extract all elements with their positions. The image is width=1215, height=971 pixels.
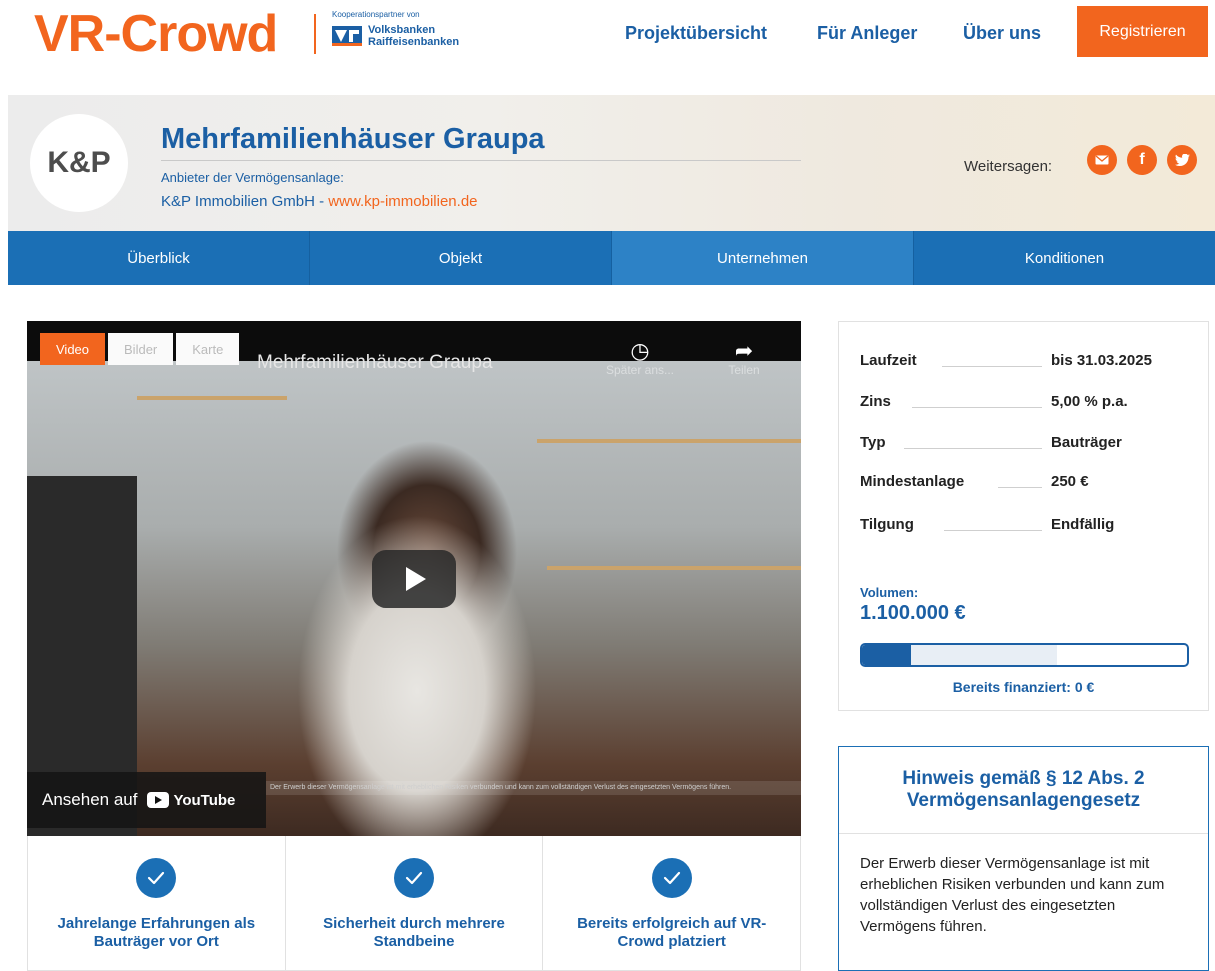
watch-later-label: Später ans...: [605, 363, 675, 377]
leader-line: [904, 448, 1042, 449]
clock-icon: ◷: [630, 338, 650, 363]
tab-ueberblick[interactable]: Überblick: [8, 231, 310, 285]
condition-row-laufzeit: Laufzeit bis 31.03.2025: [860, 352, 1190, 372]
company-logo: K&P: [30, 114, 128, 212]
tab-unternehmen[interactable]: Unternehmen: [612, 231, 914, 285]
video-scene-shelf: [547, 566, 801, 570]
media-tabs: Video Bilder Karte: [40, 333, 240, 365]
condition-key: Laufzeit: [860, 352, 917, 369]
play-icon: [406, 567, 426, 591]
partner-logo: Kooperationspartner von Volksbanken Raif…: [332, 10, 459, 48]
facebook-icon[interactable]: f: [1127, 145, 1157, 175]
conditions-box: Laufzeit bis 31.03.2025 Zins 5,00 % p.a.…: [838, 321, 1209, 711]
logo-divider: [314, 14, 316, 54]
partner-caption: Kooperationspartner von: [332, 10, 420, 19]
partner-name-line2: Raiffeisenbanken: [368, 36, 460, 48]
media-tab-bilder[interactable]: Bilder: [108, 333, 174, 365]
condition-row-tilgung: Tilgung Endfällig: [860, 516, 1190, 536]
notice-body: Der Erwerb dieser Vermögensanlage ist mi…: [860, 855, 1165, 935]
video-scene-shelf: [137, 396, 287, 400]
provider-website-link[interactable]: www.kp-immobilien.de: [328, 193, 477, 210]
video-title[interactable]: Mehrfamilienhäuser Graupa: [257, 352, 493, 374]
nav-projektuebersicht[interactable]: Projektübersicht: [625, 22, 767, 44]
tab-objekt[interactable]: Objekt: [310, 231, 612, 285]
youtube-logo: YouTube: [147, 792, 235, 809]
project-tabs: Überblick Objekt Unternehmen Konditionen: [8, 231, 1215, 285]
feature-text: Bereits erfolgreich auf VR-Crowd platzie…: [577, 915, 767, 950]
video-ticker: Der Erwerb dieser Vermögensanlage ist mi…: [266, 781, 801, 795]
feature-item: Bereits erfolgreich auf VR-Crowd platzie…: [543, 836, 800, 970]
feature-item: Jahrelange Erfahrungen als Bauträger vor…: [28, 836, 286, 970]
condition-row-zins: Zins 5,00 % p.a.: [860, 393, 1190, 413]
condition-row-typ: Typ Bauträger: [860, 434, 1190, 454]
partner-name: Volksbanken Raiffeisenbanken: [368, 24, 459, 48]
feature-text: Sicherheit durch mehrere Standbeine: [323, 915, 505, 950]
leader-line: [912, 407, 1042, 408]
condition-value: bis 31.03.2025: [1051, 352, 1152, 369]
legal-notice: Hinweis gemäß § 12 Abs. 2 Vermögensanlag…: [838, 746, 1209, 971]
vr-crowd-logo[interactable]: VR-Crowd: [34, 2, 278, 66]
twitter-icon[interactable]: [1167, 145, 1197, 175]
condition-value: 5,00 % p.a.: [1051, 393, 1128, 410]
nav-fuer-anleger[interactable]: Für Anleger: [817, 22, 917, 44]
media-tab-karte[interactable]: Karte: [176, 333, 240, 365]
tab-konditionen[interactable]: Konditionen: [914, 231, 1215, 285]
watch-on-youtube[interactable]: Ansehen auf YouTube: [27, 772, 266, 828]
youtube-wordmark: YouTube: [173, 791, 236, 809]
condition-key: Mindestanlage: [860, 473, 965, 490]
video-scene-shelf: [537, 439, 801, 443]
notice-title: Hinweis gemäß § 12 Abs. 2 Vermögensanlag…: [902, 768, 1145, 811]
check-icon: [394, 858, 434, 898]
nav-ueber-uns[interactable]: Über uns: [963, 22, 1041, 44]
condition-key: Tilgung: [860, 516, 914, 533]
condition-value: Endfällig: [1051, 516, 1115, 533]
title-divider: [161, 160, 801, 161]
youtube-icon: [147, 792, 170, 808]
media-tab-video[interactable]: Video: [40, 333, 106, 365]
leader-line: [998, 487, 1042, 488]
volume-value: 1.100.000 €: [860, 602, 966, 624]
volume-label: Volumen:: [860, 585, 919, 600]
check-icon: [651, 858, 692, 898]
project-title: Mehrfamilienhäuser Graupa: [161, 123, 545, 155]
condition-key: Typ: [860, 434, 886, 451]
funding-progress-bar: [860, 643, 1189, 667]
condition-value: 250 €: [1051, 473, 1089, 490]
provider-name: K&P Immobilien GmbH -: [161, 193, 329, 210]
feature-text: Jahrelange Erfahrungen als Bauträger vor…: [57, 915, 256, 950]
feature-item: Sicherheit durch mehrere Standbeine: [286, 836, 544, 970]
watch-on-label: Ansehen auf: [42, 790, 138, 809]
feature-list: Jahrelange Erfahrungen als Bauträger vor…: [27, 836, 801, 971]
condition-value: Bauträger: [1051, 434, 1122, 451]
leader-line: [944, 530, 1042, 531]
partner-name-line1: Volksbanken: [368, 24, 436, 36]
condition-row-mindestanlage: Mindestanlage 250 €: [860, 473, 1190, 493]
notice-divider: [839, 833, 1208, 834]
progress-fill: [862, 645, 911, 665]
provider-info: K&P Immobilien GmbH - www.kp-immobilien.…: [161, 193, 478, 211]
check-icon: [136, 858, 177, 898]
leader-line: [942, 366, 1042, 367]
play-button[interactable]: [372, 550, 456, 608]
financed-amount: Bereits finanziert: 0 €: [952, 679, 1095, 695]
volksbank-icon: [332, 26, 362, 46]
share-video-label: Teilen: [728, 363, 760, 377]
share-video-button[interactable]: ➦ Teilen: [709, 338, 779, 378]
share-label: Weitersagen:: [964, 158, 1053, 175]
provider-label: Anbieter der Vermögensanlage:: [161, 170, 344, 185]
mail-icon[interactable]: [1087, 145, 1117, 175]
register-button[interactable]: Registrieren: [1077, 6, 1208, 57]
project-banner: K&P Mehrfamilienhäuser Graupa Anbieter d…: [8, 95, 1215, 231]
watch-later-button[interactable]: ◷ Später ans...: [605, 338, 675, 378]
condition-key: Zins: [860, 393, 891, 410]
share-arrow-icon: ➦: [734, 338, 754, 363]
site-header: VR-Crowd Kooperationspartner von Volksba…: [0, 0, 1215, 95]
video-player[interactable]: Video Bilder Karte Mehrfamilienhäuser Gr…: [27, 321, 801, 836]
